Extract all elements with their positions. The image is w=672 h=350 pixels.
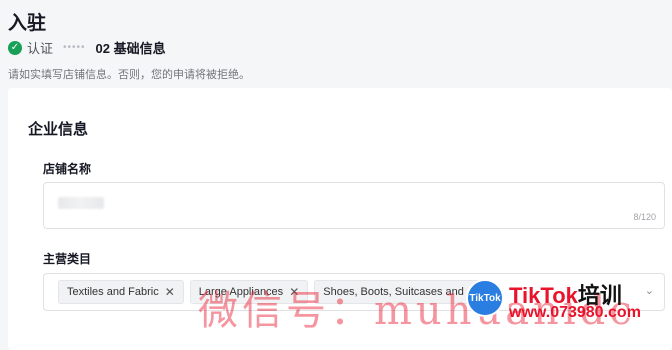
store-name-value-redacted: [58, 197, 104, 209]
store-name-input[interactable]: 8/120: [43, 182, 665, 229]
watermark-logo: TikTok: [466, 279, 504, 317]
step-verify-label[interactable]: 认证: [27, 38, 53, 57]
check-circle-icon: ✓: [8, 40, 22, 55]
section-title: 企业信息: [28, 121, 89, 138]
char-counter: 8/120: [633, 212, 656, 222]
category-label: 主营类目: [43, 252, 92, 266]
tag-label: Textiles and Fabric: [67, 286, 159, 298]
store-name-label: 店铺名称: [43, 162, 92, 176]
close-icon[interactable]: ✕: [165, 285, 175, 299]
form-hint: 请如实填写店铺信息。否则，您的申请将被拒绝。: [8, 69, 250, 81]
stepper: ✓ 认证 ••••• 02 基础信息: [8, 38, 166, 57]
page-title: 入驻: [8, 13, 47, 34]
category-tag: Textiles and Fabric ✕: [58, 280, 184, 304]
step-basic-info-label: 02 基础信息: [95, 41, 166, 56]
watermark-url: www.073980.com: [509, 304, 641, 321]
chevron-down-icon[interactable]: ⌄: [645, 284, 654, 297]
step-connector: •••••: [63, 42, 86, 53]
